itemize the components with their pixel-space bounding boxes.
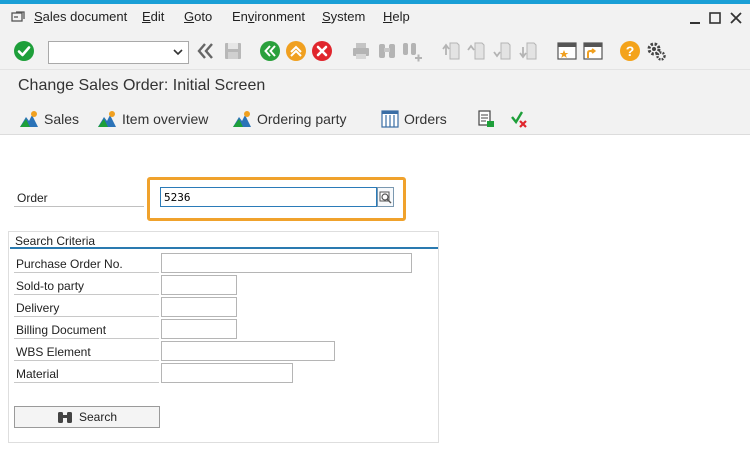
item-overview-button[interactable]: Item overview	[97, 110, 208, 128]
billing-document-label: Billing Document	[16, 323, 107, 337]
minimize-icon[interactable]	[688, 11, 702, 25]
shortcut-icon	[583, 42, 603, 60]
sold-to-party-label: Sold-to party	[16, 279, 85, 293]
sales-button[interactable]: Sales	[19, 110, 79, 128]
sold-to-party-input[interactable]	[161, 275, 237, 295]
search-button[interactable]: Search	[14, 406, 160, 428]
label-underline	[14, 294, 159, 295]
print-icon	[353, 43, 369, 59]
last-page-button[interactable]	[517, 40, 539, 62]
first-page-button[interactable]	[440, 40, 462, 62]
orders-button[interactable]: Orders	[381, 110, 447, 128]
system-menu-icon[interactable]	[11, 11, 25, 23]
help-button[interactable]: ?	[619, 40, 641, 62]
chevron-down-icon	[173, 49, 183, 56]
next-page-button[interactable]	[491, 40, 513, 62]
find-next-icon	[403, 43, 422, 62]
exit-button[interactable]	[285, 40, 307, 62]
document-list-icon[interactable]	[477, 110, 495, 128]
find-button[interactable]	[376, 40, 398, 62]
label-underline	[14, 338, 159, 339]
order-input[interactable]: 5236	[160, 187, 377, 207]
label-underline	[14, 272, 159, 273]
orders-list-icon	[381, 110, 399, 128]
search-button-label: Search	[78, 410, 118, 424]
last-page-icon	[519, 42, 537, 60]
purchase-order-label: Purchase Order No.	[16, 257, 123, 271]
mountain-icon	[98, 111, 116, 127]
order-label: Order	[17, 191, 48, 205]
menu-environment[interactable]: Environment	[232, 9, 305, 24]
print-button[interactable]	[350, 40, 372, 62]
application-toolbar: Sales Item overview Ordering party Order…	[0, 102, 750, 135]
orders-label: Orders	[404, 111, 447, 127]
first-page-icon	[442, 42, 460, 60]
wbs-element-label: WBS Element	[16, 345, 91, 359]
enter-icon	[14, 41, 34, 61]
material-label: Material	[16, 367, 59, 381]
find-next-button[interactable]	[401, 40, 423, 62]
label-underline	[14, 382, 159, 383]
enter-button[interactable]	[13, 40, 35, 62]
wbs-element-input[interactable]	[161, 341, 335, 361]
item-overview-label: Item overview	[122, 111, 209, 127]
back-double-arrow-button[interactable]	[194, 40, 216, 62]
menu-bar: Sales document Edit Goto Environment Sys…	[0, 4, 750, 30]
help-icon: ?	[620, 41, 640, 61]
svg-text:?: ?	[626, 43, 635, 59]
label-underline	[14, 316, 159, 317]
purchase-order-input[interactable]	[161, 253, 412, 273]
cancel-icon	[312, 41, 332, 61]
delivery-input[interactable]	[161, 297, 237, 317]
maximize-icon[interactable]	[708, 11, 722, 25]
label-underline	[14, 360, 159, 361]
shortcut-button[interactable]	[582, 40, 604, 62]
binoculars-icon	[57, 412, 72, 423]
exit-icon	[286, 41, 306, 61]
ordering-party-button[interactable]: Ordering party	[232, 110, 346, 128]
search-criteria-rule	[10, 247, 438, 249]
material-input[interactable]	[161, 363, 293, 383]
menu-sales-document[interactable]: Sales document	[34, 9, 127, 24]
previous-page-button[interactable]	[465, 40, 487, 62]
mountain-icon	[20, 111, 38, 127]
menu-edit[interactable]: Edit	[142, 9, 164, 24]
menu-help[interactable]: Help	[383, 9, 410, 24]
save-button[interactable]	[222, 40, 244, 62]
previous-page-icon	[467, 42, 485, 60]
search-criteria-title: Search Criteria	[15, 234, 96, 248]
save-icon	[225, 43, 241, 59]
order-label-underline	[14, 206, 144, 207]
value-help-icon	[379, 191, 392, 203]
mountain-icon	[233, 111, 251, 127]
settings-button[interactable]	[645, 40, 667, 62]
check-cancel-icon[interactable]	[510, 110, 528, 128]
find-icon	[379, 44, 395, 58]
menu-goto[interactable]: Goto	[184, 9, 212, 24]
order-value-help-button[interactable]	[377, 187, 394, 207]
menu-system[interactable]: System	[322, 9, 365, 24]
command-field[interactable]	[48, 41, 189, 64]
back-icon	[260, 41, 280, 61]
cancel-button[interactable]	[311, 40, 333, 62]
close-icon[interactable]	[729, 11, 743, 25]
billing-document-input[interactable]	[161, 319, 237, 339]
create-session-button[interactable]	[556, 40, 578, 62]
next-page-icon	[493, 42, 511, 60]
back-double-arrow-icon	[197, 43, 213, 59]
delivery-label: Delivery	[16, 301, 60, 315]
title-bar: Change Sales Order: Initial Screen	[0, 70, 750, 102]
settings-icon	[647, 42, 666, 61]
sales-label: Sales	[44, 111, 80, 127]
ordering-party-label: Ordering party	[257, 111, 347, 127]
create-session-icon	[557, 42, 577, 60]
page-title: Change Sales Order: Initial Screen	[18, 77, 266, 94]
back-button[interactable]	[259, 40, 281, 62]
